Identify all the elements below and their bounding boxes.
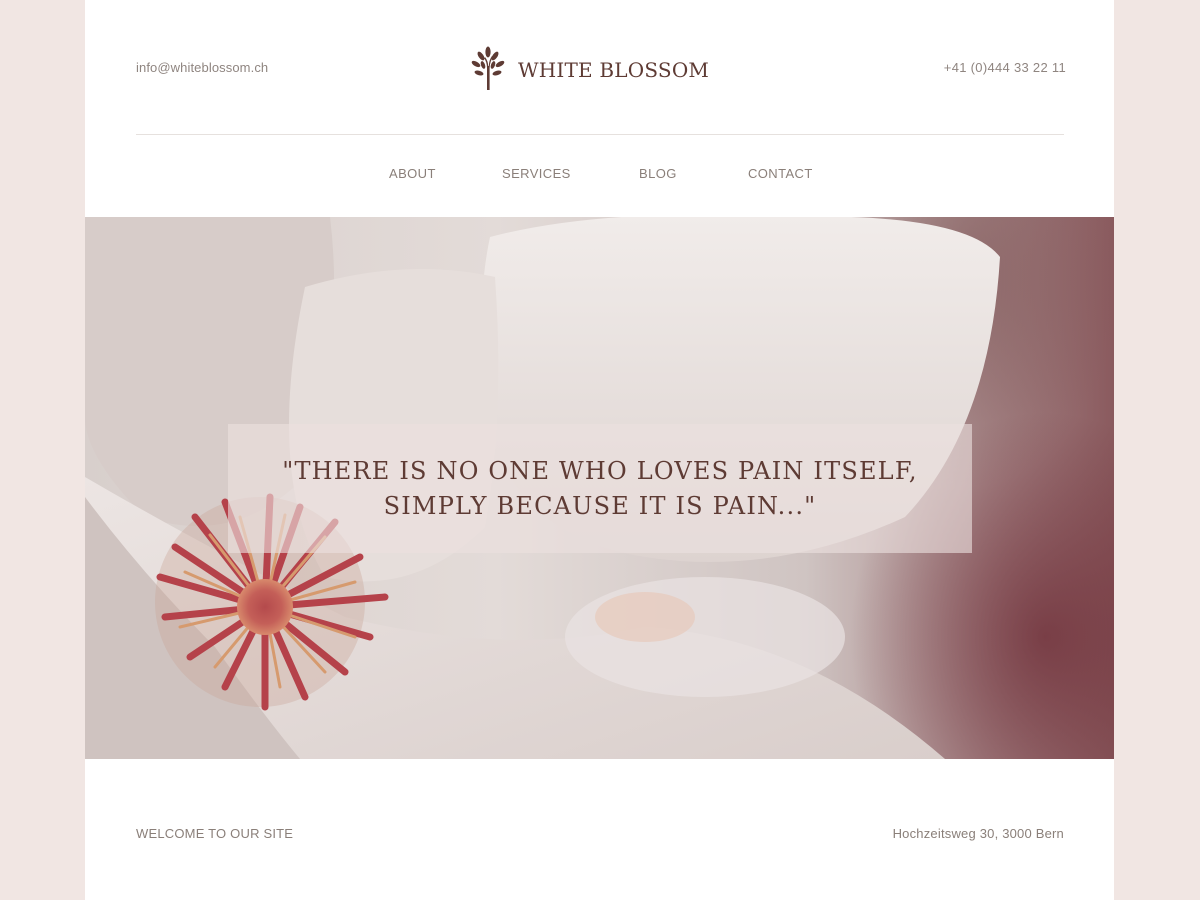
page-container: info@whiteblossom.ch WHITE BLOSSOM +41 (…	[85, 0, 1114, 900]
email-link[interactable]: info@whiteblossom.ch	[136, 60, 268, 75]
logo-text: WHITE BLOSSOM	[518, 58, 710, 82]
address-text: Hochzeitsweg 30, 3000 Bern	[892, 826, 1064, 841]
tree-icon	[471, 46, 505, 90]
phone-link[interactable]: +41 (0)444 33 22 11	[944, 60, 1066, 75]
main-nav: ABOUT SERVICES BLOG CONTACT	[85, 166, 1114, 186]
nav-item-services[interactable]: SERVICES	[502, 166, 571, 181]
nav-item-contact[interactable]: CONTACT	[748, 166, 813, 181]
hero-banner: "THERE IS NO ONE WHO LOVES PAIN ITSELF, …	[85, 217, 1114, 759]
header-divider	[136, 134, 1064, 135]
logo[interactable]: WHITE BLOSSOM	[470, 45, 709, 91]
quote-box: "THERE IS NO ONE WHO LOVES PAIN ITSELF, …	[228, 424, 972, 553]
nav-item-blog[interactable]: BLOG	[639, 166, 677, 181]
welcome-text: WELCOME TO OUR SITE	[136, 826, 294, 841]
site-footer: WELCOME TO OUR SITE Hochzeitsweg 30, 300…	[85, 759, 1114, 900]
hero-quote: "THERE IS NO ONE WHO LOVES PAIN ITSELF, …	[282, 457, 918, 520]
nav-item-about[interactable]: ABOUT	[389, 166, 436, 181]
site-header: info@whiteblossom.ch WHITE BLOSSOM +41 (…	[85, 0, 1114, 217]
